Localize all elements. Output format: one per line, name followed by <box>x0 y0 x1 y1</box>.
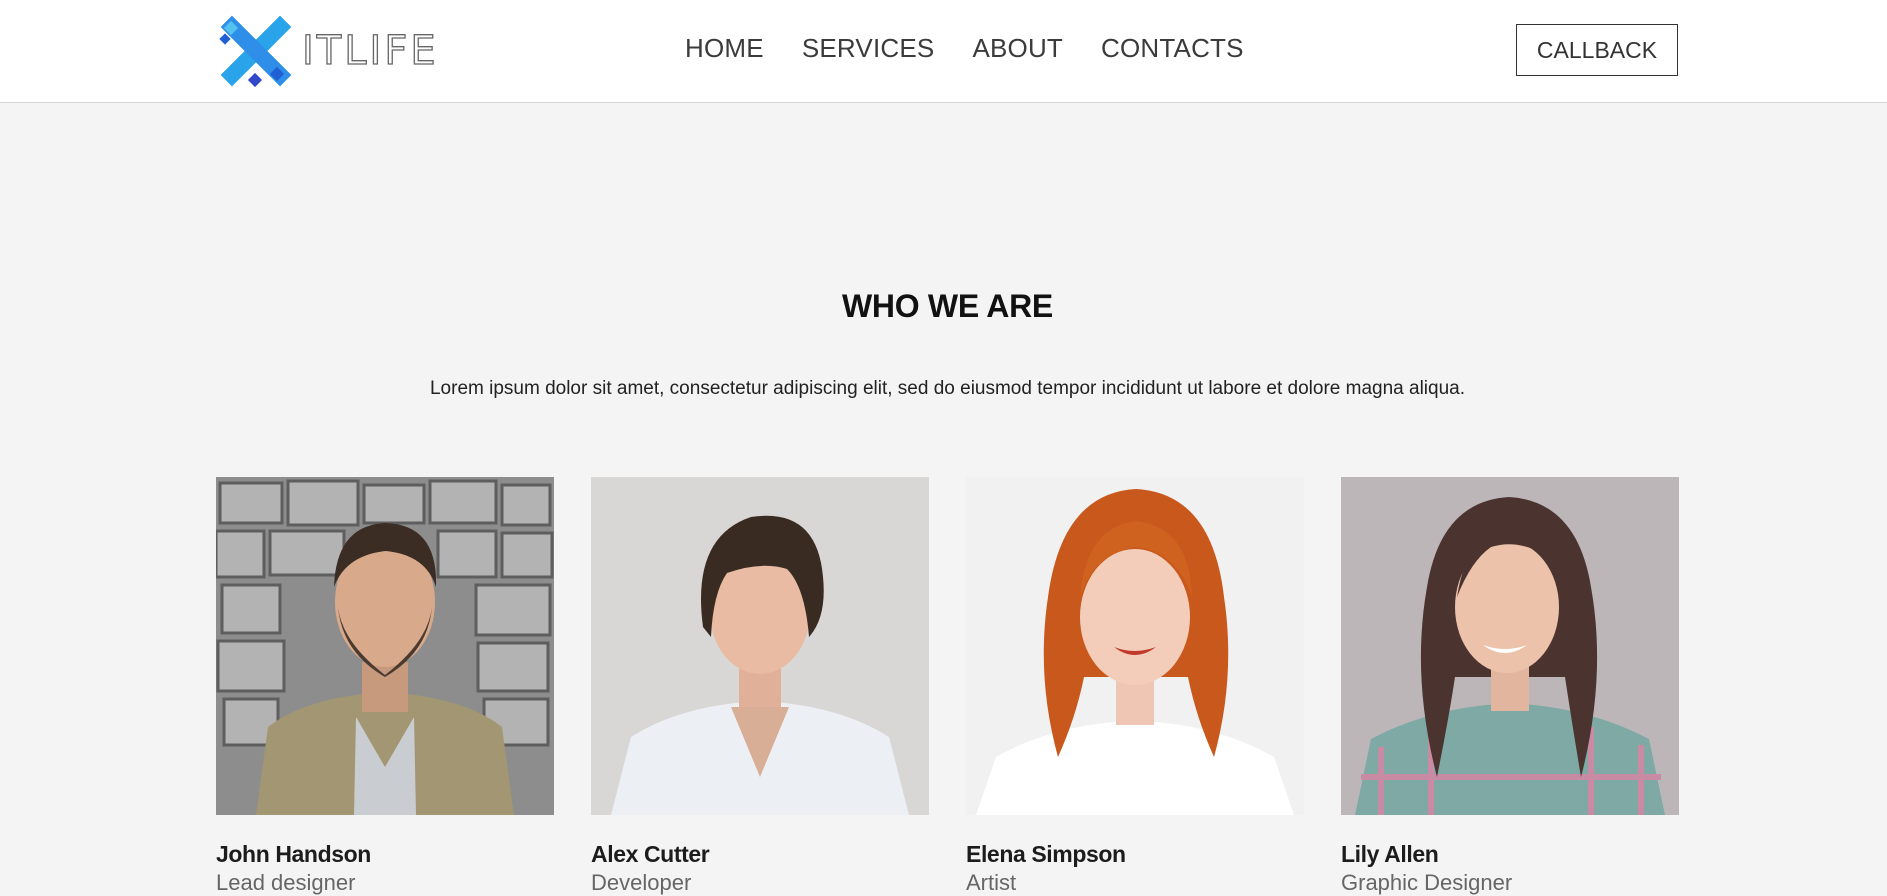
team-member-card: Lily Allen Graphic Designer <box>1341 477 1679 896</box>
logo-text: ITLIFE <box>301 28 439 74</box>
member-role: Artist <box>966 870 1017 895</box>
logo[interactable]: ITLIFE <box>216 13 439 89</box>
member-photo <box>1341 477 1679 815</box>
member-photo <box>591 477 929 815</box>
team-member-card: Elena Simpson Artist <box>966 477 1304 896</box>
nav-contacts[interactable]: CONTACTS <box>1101 33 1244 64</box>
member-role: Lead designer <box>216 870 356 895</box>
member-role: Developer <box>591 870 692 895</box>
member-photo <box>966 477 1304 815</box>
section-title: WHO WE ARE <box>842 288 1053 324</box>
team-member-card: Alex Cutter Developer <box>591 477 929 896</box>
member-name: Elena Simpson <box>966 841 1126 867</box>
nav-home[interactable]: HOME <box>685 33 764 64</box>
team-member-card: John Handson Lead designer <box>216 477 554 896</box>
site-header: ITLIFE HOME SERVICES ABOUT CONTACTS CALL… <box>0 0 1887 103</box>
logo-mark-icon <box>219 15 292 88</box>
callback-button[interactable]: CALLBACK <box>1516 24 1678 76</box>
nav-services[interactable]: SERVICES <box>802 33 935 64</box>
nav-about[interactable]: ABOUT <box>972 33 1063 64</box>
main-nav: HOME SERVICES ABOUT CONTACTS <box>685 33 1244 64</box>
member-name: Alex Cutter <box>591 841 710 867</box>
member-name: John Handson <box>216 841 371 867</box>
member-name: Lily Allen <box>1341 841 1439 867</box>
member-role: Graphic Designer <box>1341 870 1513 895</box>
section-description: Lorem ipsum dolor sit amet, consectetur … <box>429 378 1465 399</box>
member-photo <box>216 477 554 815</box>
